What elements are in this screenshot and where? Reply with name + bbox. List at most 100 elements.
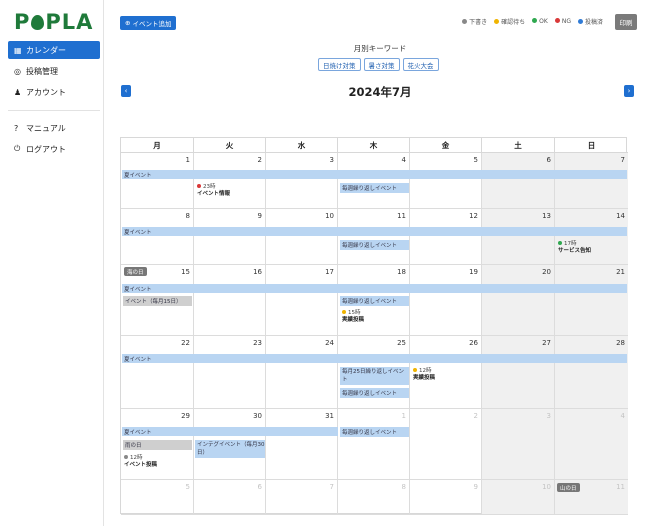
prev-month-button[interactable]: ‹ [121,85,131,97]
keyword-tag[interactable]: 暑さ対策 [363,58,400,71]
day-cell[interactable]: 28 [555,336,628,409]
post-item[interactable]: 17時 サービス告知 [558,241,591,255]
day-number: 20 [542,268,551,276]
day-cell[interactable]: 17 [266,265,338,336]
monthly25-repeat-event[interactable]: 毎月25日繰り返しイベント [340,367,409,385]
day-cell[interactable]: 9 [194,209,266,265]
weekday-header: 金 [410,138,482,153]
legend-label: OK [539,18,548,25]
interval-event[interactable]: インテグイベント（毎月30日） [195,440,265,458]
weekday-header: 日 [555,138,628,153]
day-cell[interactable]: 2 [194,153,266,209]
day-cell[interactable]: 19 [410,265,482,336]
day-cell[interactable]: 23 [194,336,266,409]
day-cell[interactable]: 7 [555,153,628,209]
day-cell[interactable]: 6 [194,480,266,515]
day-cell[interactable]: 4 [555,409,628,480]
post-item[interactable]: 23時 イベント情報 [197,184,230,198]
post-icon: ◎ [14,66,21,76]
day-cell[interactable]: 16 [194,265,266,336]
post-title: サービス告知 [558,248,592,254]
day-cell[interactable]: 10 [482,480,555,515]
day-cell[interactable]: 27 [482,336,555,409]
day-cell[interactable]: 8 [338,480,410,515]
add-event-label: イベント追加 [132,20,172,28]
weekly-repeat-event[interactable]: 毎週繰り返しイベント [340,388,409,398]
day-cell[interactable]: 14 [555,209,628,265]
weekly-repeat-event[interactable]: 毎週繰り返しイベント [340,296,409,306]
day-number: 7 [329,483,334,491]
post-item[interactable]: 12時 イベント投稿 [124,455,157,469]
keyword-tag[interactable]: 日焼け対策 [318,58,361,71]
day-cell[interactable]: 10 [266,209,338,265]
day-cell[interactable]: 4 [338,153,410,209]
post-title: イベント投稿 [124,462,158,468]
print-button[interactable]: 印刷 [615,14,637,30]
day-number: 31 [325,412,334,420]
weekday-header: 土 [482,138,555,153]
sidebar-item-logout[interactable]: ⏻ ログアウト [8,140,100,158]
sidebar-item-manual[interactable]: ? マニュアル [8,119,100,137]
sidebar-item-label: アカウント [26,87,66,97]
day-cell[interactable]: 21 [555,265,628,336]
day-cell[interactable]: 5 [121,480,194,515]
summer-event-bar[interactable]: 夏イベント [122,354,627,363]
next-month-button[interactable]: › [624,85,634,97]
day-cell[interactable]: 31 [266,409,338,480]
day-cell[interactable]: 2 [410,409,482,480]
post-title: 実績投稿 [342,317,365,323]
day-number: 7 [620,156,625,164]
plus-icon: ⊕ [125,19,131,27]
day-cell[interactable]: 1 [338,409,410,480]
day-cell[interactable]: 5 [410,153,482,209]
day-cell[interactable]: 12 [410,209,482,265]
day-cell[interactable]: 6 [482,153,555,209]
day-cell[interactable]: 11 [338,209,410,265]
summer-event-bar[interactable]: 夏イベント [122,170,627,179]
day-number: 15 [181,268,190,276]
day-number: 4 [620,412,625,420]
question-icon: ? [14,123,19,133]
weekly-repeat-event[interactable]: 毎週繰り返しイベント [340,240,409,250]
add-event-button[interactable]: ⊕ イベント追加 [120,16,177,30]
day-number: 17 [325,268,334,276]
sidebar-item-posts[interactable]: ◎ 投稿管理 [8,62,100,80]
sidebar-item-account[interactable]: ♟ アカウント [8,83,100,101]
day-number: 2 [257,156,262,164]
day-cell[interactable]: 8 [121,209,194,265]
day-cell[interactable]: 9 [410,480,482,515]
weekday-header: 木 [338,138,410,153]
day-cell[interactable]: 13 [482,209,555,265]
summer-event-bar[interactable]: 夏イベント [122,284,627,293]
summer-event-bar[interactable]: 夏イベント [122,227,627,236]
weekday-header: 月 [121,138,194,153]
post-item[interactable]: 12時 実績投稿 [413,368,435,382]
legend-label: 下書き [469,19,488,26]
day-number: 22 [181,339,190,347]
day-number: 28 [616,339,625,347]
rain-day-event[interactable]: 雨の日 [123,440,192,450]
day-cell[interactable]: 22 [121,336,194,409]
monthly-event[interactable]: イベント（毎月15日） [123,296,192,306]
day-cell[interactable]: 24 [266,336,338,409]
chevron-right-icon: › [627,87,631,95]
weekly-repeat-event[interactable]: 毎週繰り返しイベント [340,183,409,193]
popla-logo[interactable]: P PLA [14,10,93,34]
post-item[interactable]: 15時 実績投稿 [342,310,364,324]
day-number: 2 [473,412,478,420]
summer-event-bar[interactable]: 夏イベント [122,427,338,436]
post-title: イベント情報 [197,191,231,197]
day-cell[interactable]: 7 [266,480,338,515]
day-number: 11 [397,212,406,220]
day-cell[interactable]: 1 [121,153,194,209]
day-cell[interactable]: 3 [266,153,338,209]
day-cell[interactable]: 20 [482,265,555,336]
sidebar-item-calendar[interactable]: ▦ カレンダー [8,41,100,59]
day-cell[interactable]: 3 [482,409,555,480]
post-time: 23時 [203,184,216,190]
power-icon: ⏻ [14,144,21,153]
post-time: 12時 [419,368,432,374]
day-number: 10 [542,483,551,491]
weekly-repeat-event[interactable]: 毎週繰り返しイベント [340,427,409,437]
keyword-tag[interactable]: 花火大会 [402,58,439,71]
